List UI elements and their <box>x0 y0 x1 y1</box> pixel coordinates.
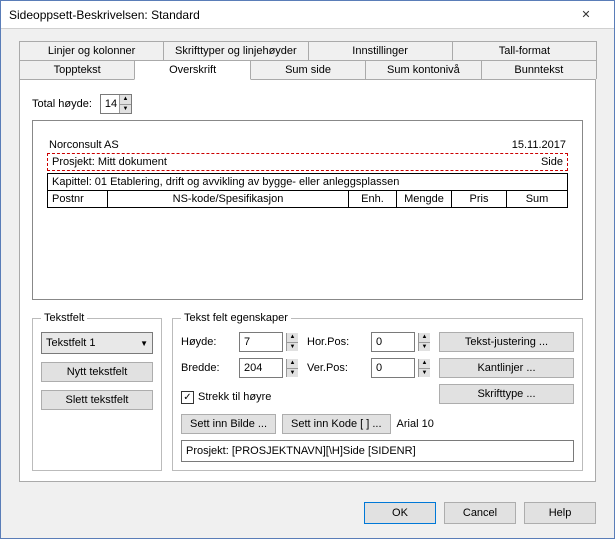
strekk-checkbox[interactable]: ✓ <box>181 391 194 404</box>
preview-table-header: Postnr NS-kode/Spesifikasjon Enh. Mengde… <box>47 190 568 208</box>
preview-area: Norconsult AS 15.11.2017 Prosjekt: Mitt … <box>32 120 583 300</box>
col-postnr: Postnr <box>48 191 108 207</box>
spinner-up-icon[interactable]: ▲ <box>418 333 430 343</box>
spinner-up-icon[interactable]: ▲ <box>418 359 430 369</box>
properties-legend: Tekst felt egenskaper <box>181 312 291 324</box>
tekst-justering-button[interactable]: Tekst-justering ... <box>439 332 574 352</box>
strekk-label: Strekk til høyre <box>198 391 271 403</box>
horpos-input[interactable] <box>371 332 415 352</box>
tab-tall-format[interactable]: Tall-format <box>452 41 597 60</box>
tekstfelt-group: Tekstfelt Tekstfelt 1 ▼ Nytt tekstfelt S… <box>32 312 162 471</box>
col-mengde: Mengde <box>397 191 452 207</box>
close-icon[interactable]: ✕ <box>566 3 606 27</box>
dialog-window: Sideoppsett-Beskrivelsen: Standard ✕ Lin… <box>0 0 615 539</box>
tab-container: Linjer og kolonner Skrifttyper og linjeh… <box>19 41 596 482</box>
spinner-up-icon[interactable]: ▲ <box>286 359 298 369</box>
tab-linjer-og-kolonner[interactable]: Linjer og kolonner <box>19 41 164 60</box>
horpos-spinner[interactable]: ▲▼ <box>371 332 431 352</box>
bredde-input[interactable] <box>239 358 283 378</box>
spinner-up-icon[interactable]: ▲ <box>286 333 298 343</box>
spinner-down-icon[interactable]: ▼ <box>286 369 298 378</box>
hoyde-spinner[interactable]: ▲▼ <box>239 332 299 352</box>
help-button[interactable]: Help <box>524 502 596 524</box>
tab-bunntekst[interactable]: Bunntekst <box>481 60 597 79</box>
hoyde-input[interactable] <box>239 332 283 352</box>
spinner-down-icon[interactable]: ▼ <box>286 343 298 352</box>
preview-project: Prosjekt: Mitt dokument <box>52 156 167 168</box>
tekstfelt-selected: Tekstfelt 1 <box>46 337 96 349</box>
spinner-down-icon[interactable]: ▼ <box>418 343 430 352</box>
total-height-spinner[interactable]: ▲▼ <box>100 94 132 114</box>
horpos-label: Hor.Pos: <box>307 336 363 348</box>
spinner-up-icon[interactable]: ▲ <box>119 95 131 105</box>
cancel-button[interactable]: Cancel <box>444 502 516 524</box>
spinner-down-icon[interactable]: ▼ <box>119 105 131 114</box>
preview-chapter: Kapittel: 01 Etablering, drift og avvikl… <box>47 173 568 190</box>
tekstfelt-legend: Tekstfelt <box>41 312 87 324</box>
field-text-input[interactable]: Prosjekt: [PROSJEKTNAVN][\H]Side [SIDENR… <box>181 440 574 462</box>
col-pris: Pris <box>452 191 507 207</box>
preview-side: Side <box>541 156 563 168</box>
tekstfelt-combo[interactable]: Tekstfelt 1 ▼ <box>41 332 153 354</box>
dialog-content: Linjer og kolonner Skrifttyper og linjeh… <box>1 29 614 492</box>
ok-button[interactable]: OK <box>364 502 436 524</box>
col-sum: Sum <box>507 191 567 207</box>
preview-date: 15.11.2017 <box>512 139 566 151</box>
tab-innstillinger[interactable]: Innstillinger <box>308 41 453 60</box>
properties-group: Tekst felt egenskaper Høyde: ▲▼ Hor.Pos:… <box>172 312 583 471</box>
font-info-label: Arial 10 <box>397 418 434 430</box>
sett-inn-bilde-button[interactable]: Sett inn Bilde ... <box>181 414 276 434</box>
verpos-input[interactable] <box>371 358 415 378</box>
verpos-spinner[interactable]: ▲▼ <box>371 358 431 378</box>
skrifttype-button[interactable]: Skrifttype ... <box>439 384 574 404</box>
hoyde-label: Høyde: <box>181 336 231 348</box>
tab-sum-kontoniva[interactable]: Sum kontonivå <box>365 60 481 79</box>
total-height-label: Total høyde: <box>32 98 92 110</box>
window-title: Sideoppsett-Beskrivelsen: Standard <box>9 8 566 22</box>
nytt-tekstfelt-button[interactable]: Nytt tekstfelt <box>41 362 153 382</box>
tab-skrifttyper[interactable]: Skrifttyper og linjehøyder <box>163 41 308 60</box>
verpos-label: Ver.Pos: <box>307 362 363 374</box>
dialog-footer: OK Cancel Help <box>1 492 614 538</box>
kantlinjer-button[interactable]: Kantlinjer ... <box>439 358 574 378</box>
bredde-spinner[interactable]: ▲▼ <box>239 358 299 378</box>
preview-company: Norconsult AS <box>49 139 119 151</box>
sett-inn-kode-button[interactable]: Sett inn Kode [ ] ... <box>282 414 391 434</box>
col-enh: Enh. <box>349 191 397 207</box>
tab-overskrift[interactable]: Overskrift <box>134 60 250 80</box>
spinner-down-icon[interactable]: ▼ <box>418 369 430 378</box>
chevron-down-icon: ▼ <box>140 339 148 348</box>
preview-project-box: Prosjekt: Mitt dokument Side <box>47 153 568 171</box>
col-nskode: NS-kode/Spesifikasjon <box>108 191 349 207</box>
field-text-value: Prosjekt: [PROSJEKTNAVN][\H]Side [SIDENR… <box>186 445 416 457</box>
bredde-label: Bredde: <box>181 362 231 374</box>
tab-sum-side[interactable]: Sum side <box>250 60 366 79</box>
slett-tekstfelt-button[interactable]: Slett tekstfelt <box>41 390 153 410</box>
tab-topptekst[interactable]: Topptekst <box>19 60 135 79</box>
titlebar: Sideoppsett-Beskrivelsen: Standard ✕ <box>1 1 614 29</box>
lower-panels: Tekstfelt Tekstfelt 1 ▼ Nytt tekstfelt S… <box>32 312 583 471</box>
tab-panel: Total høyde: ▲▼ Norconsult AS 15.11.2017… <box>19 79 596 482</box>
